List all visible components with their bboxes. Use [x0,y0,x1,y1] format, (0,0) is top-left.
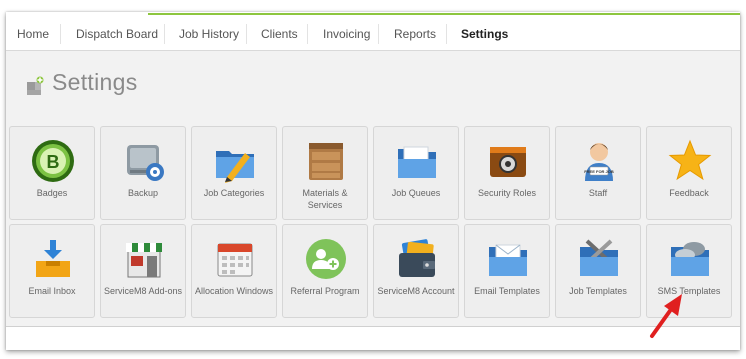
accent-line [148,13,740,15]
job-templates-tile[interactable]: Job Templates [555,224,641,318]
tile-label: Email Inbox [28,286,76,296]
folder-tools-icon [580,239,618,276]
safe-icon [490,147,526,177]
tile-label: Email Templates [474,286,540,296]
nav-settings[interactable]: Settings [461,27,508,41]
nav-divider [164,24,165,44]
tile-label: Backup [127,188,159,198]
job-queues-tile[interactable]: Job Queues [373,126,459,220]
email-templates-tile[interactable]: Email Templates [464,224,550,318]
settings-puzzle-icon [27,76,44,95]
servicem8-account-tile[interactable]: ServiceM8 Account [373,224,459,318]
page-title: Settings [52,69,138,95]
inbox-icon [36,240,70,277]
top-nav: Home Dispatch Board Job History Clients … [6,18,740,51]
tile-label: Allocation Windows [194,286,274,296]
tile-label: Job Templates [569,286,627,296]
red-arrow-icon [650,294,682,338]
tile-label: Materials & Services [302,188,348,210]
tile-label: Job Categories [203,188,265,198]
calendar-icon [217,243,253,277]
email-inbox-tile[interactable]: Email Inbox [9,224,95,318]
folder-envelope-icon [489,244,527,276]
referral-program-tile[interactable]: Referral Program [282,224,368,318]
servicem8-addons-tile[interactable]: ServiceM8 Add-ons [100,224,186,318]
person-icon: FREE FOR JOB [584,143,614,181]
tile-label: ServiceM8 Account [377,286,455,296]
nav-clients[interactable]: Clients [261,27,298,41]
job-categories-tile[interactable]: Job Categories [191,126,277,220]
folder-icon [398,146,436,178]
star-icon [668,139,712,181]
nav-reports[interactable]: Reports [394,27,436,41]
settings-panel: Settings B Badges Backup Job Categories [6,51,740,326]
tile-label: Security Roles [477,188,537,198]
wallet-icon [399,239,435,277]
folder-pencil-icon [216,151,254,183]
panel-bottom-border [6,326,740,327]
tile-label: Feedback [669,188,709,198]
badge-icon: B [32,140,74,182]
tile-label: ServiceM8 Add-ons [103,286,183,296]
feedback-tile[interactable]: Feedback [646,126,732,220]
allocation-windows-tile[interactable]: Allocation Windows [191,224,277,318]
tile-label: Staff [588,188,608,198]
nav-home[interactable]: Home [17,27,49,41]
staff-tile[interactable]: FREE FOR JOB Staff [555,126,641,220]
backup-icon [127,145,164,181]
nav-job-history[interactable]: Job History [179,27,239,41]
nav-invoicing[interactable]: Invoicing [323,27,370,41]
security-roles-tile[interactable]: Security Roles [464,126,550,220]
svg-text:FREE FOR JOB: FREE FOR JOB [584,169,614,174]
nav-divider [446,24,447,44]
tile-label: Badges [36,188,68,198]
store-icon [126,243,162,278]
nav-divider [60,24,61,44]
svg-text:B: B [47,152,60,172]
nav-dispatch-board[interactable]: Dispatch Board [76,27,158,41]
badges-tile[interactable]: B Badges [9,126,95,220]
crate-icon [309,143,343,180]
backup-tile[interactable]: Backup [100,126,186,220]
tile-label: Referral Program [290,286,360,296]
nav-divider [307,24,308,44]
tile-label: Job Queues [391,188,441,198]
nav-divider [378,24,379,44]
materials-services-tile[interactable]: Materials & Services [282,126,368,220]
referral-icon [306,239,346,279]
nav-divider [246,24,247,44]
folder-chat-icon [671,242,709,276]
